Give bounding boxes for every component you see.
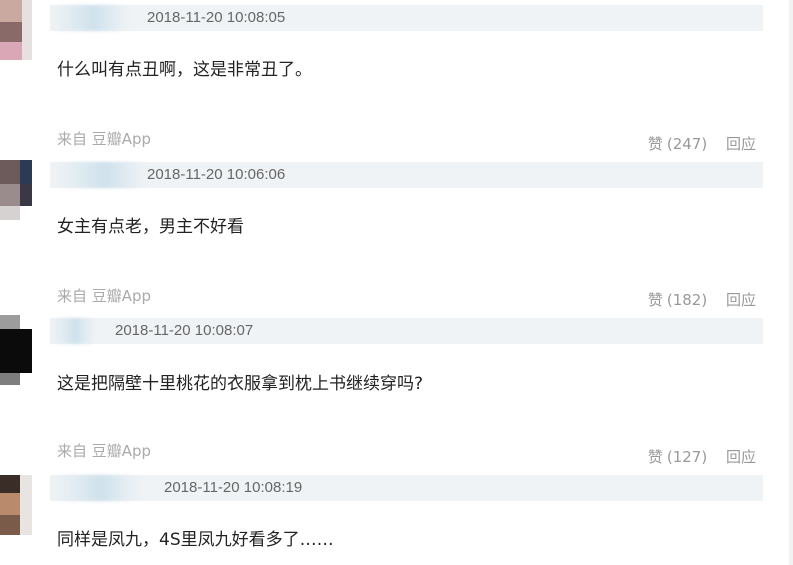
reply-button[interactable]: 回应 xyxy=(726,291,756,309)
reply-button[interactable]: 回应 xyxy=(726,135,756,153)
reply-button[interactable]: 回应 xyxy=(726,448,756,466)
comment-actions: 赞 (127) 回应 xyxy=(648,446,756,467)
like-button[interactable]: 赞 (247) xyxy=(648,135,707,153)
comment-header: 2018-11-20 10:06:06 xyxy=(50,162,763,188)
username-blurred[interactable] xyxy=(52,162,148,188)
comment-source: 来自 豆瓣App xyxy=(57,287,152,305)
comment-actions: 赞 (247) 回应 xyxy=(648,133,756,154)
scrollbar-edge[interactable] xyxy=(789,0,793,565)
comment-header: 2018-11-20 10:08:19 xyxy=(50,475,763,501)
comment-header: 2018-11-20 10:08:05 xyxy=(50,5,763,31)
like-label: 赞 xyxy=(647,135,663,153)
avatar[interactable] xyxy=(0,475,32,545)
comment-text: 什么叫有点丑啊，这是非常丑了。 xyxy=(57,60,312,80)
like-button[interactable]: 赞 (127) xyxy=(648,448,707,466)
like-count: (247) xyxy=(666,135,708,153)
comment-actions: 赞 (182) 回应 xyxy=(648,289,756,310)
comment-timestamp: 2018-11-20 10:08:19 xyxy=(164,479,303,496)
like-label: 赞 xyxy=(647,448,663,466)
comment-text: 同样是凤九，4S里凤九好看多了…… xyxy=(57,530,334,550)
comment-source: 来自 豆瓣App xyxy=(57,442,152,460)
comment-timestamp: 2018-11-20 10:08:07 xyxy=(115,322,254,339)
comment-text: 女主有点老，男主不好看 xyxy=(57,217,244,237)
comment-text: 这是把隔壁十里桃花的衣服拿到枕上书继续穿吗? xyxy=(57,374,424,394)
like-count: (182) xyxy=(666,291,708,309)
comment-timestamp: 2018-11-20 10:08:05 xyxy=(147,9,286,26)
like-button[interactable]: 赞 (182) xyxy=(648,291,707,309)
like-count: (127) xyxy=(666,448,708,466)
comment-header: 2018-11-20 10:08:07 xyxy=(50,318,763,344)
avatar[interactable] xyxy=(0,0,32,70)
comment-source: 来自 豆瓣App xyxy=(57,130,152,148)
avatar[interactable] xyxy=(0,315,32,385)
username-blurred[interactable] xyxy=(50,318,96,344)
username-blurred[interactable] xyxy=(50,5,130,31)
like-label: 赞 xyxy=(647,291,663,309)
comment-timestamp: 2018-11-20 10:06:06 xyxy=(147,166,286,183)
username-blurred[interactable] xyxy=(50,475,142,501)
avatar[interactable] xyxy=(0,160,32,230)
